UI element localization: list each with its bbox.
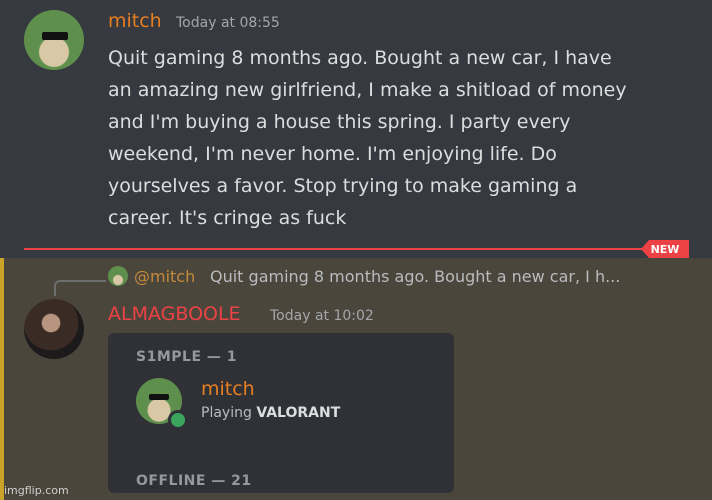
message-almagboole: @mitch Quit gaming 8 months ago. Bought … (0, 258, 712, 500)
embedded-image[interactable]: S1MPLE — 1 mitch Playing VALORANT OFFLIN… (108, 333, 454, 493)
member-group-header: S1MPLE — 1 (136, 349, 237, 365)
username-mitch[interactable]: mitch (108, 10, 162, 32)
member-activity: Playing VALORANT (201, 405, 340, 421)
online-dot-icon (168, 410, 188, 430)
sunglasses-icon (149, 394, 169, 400)
chat-frame: mitch Today at 08:55 Quit gaming 8 month… (0, 0, 712, 500)
message-line: career. It's cringe as fuck (108, 207, 347, 229)
reply-preview[interactable]: Quit gaming 8 months ago. Bought a new c… (210, 267, 620, 286)
message-line: and I'm buying a house this spring. I pa… (108, 111, 571, 133)
message-line: yourselves a favor. Stop trying to make … (108, 175, 578, 197)
message-text: Quit gaming 8 months ago. Bought a new c… (108, 42, 668, 234)
member-name: mitch (201, 378, 255, 400)
sunglasses-icon (42, 32, 68, 40)
new-messages-divider (24, 248, 652, 250)
new-badge: NEW (641, 240, 689, 258)
timestamp: Today at 10:02 (270, 308, 374, 324)
reply-mention[interactable]: @mitch (134, 267, 195, 286)
avatar-mitch[interactable] (24, 10, 84, 70)
mention-highlight-bar (0, 258, 4, 500)
username-almagboole[interactable]: ALMAGBOOLE (108, 303, 241, 325)
message-mitch: mitch Today at 08:55 Quit gaming 8 month… (0, 0, 712, 250)
avatar-almagboole[interactable] (24, 299, 84, 359)
message-line: Quit gaming 8 months ago. Bought a new c… (108, 47, 612, 69)
timestamp: Today at 08:55 (176, 15, 280, 31)
activity-prefix: Playing (201, 405, 252, 421)
watermark: imgflip.com (4, 484, 69, 497)
message-line: an amazing new girlfriend, I make a shit… (108, 79, 627, 101)
reply-connector (54, 280, 106, 296)
message-line: weekend, I'm never home. I'm enjoying li… (108, 143, 557, 165)
reply-avatar (108, 266, 128, 286)
activity-game: VALORANT (256, 405, 341, 421)
member-group-header: OFFLINE — 21 (136, 473, 252, 489)
